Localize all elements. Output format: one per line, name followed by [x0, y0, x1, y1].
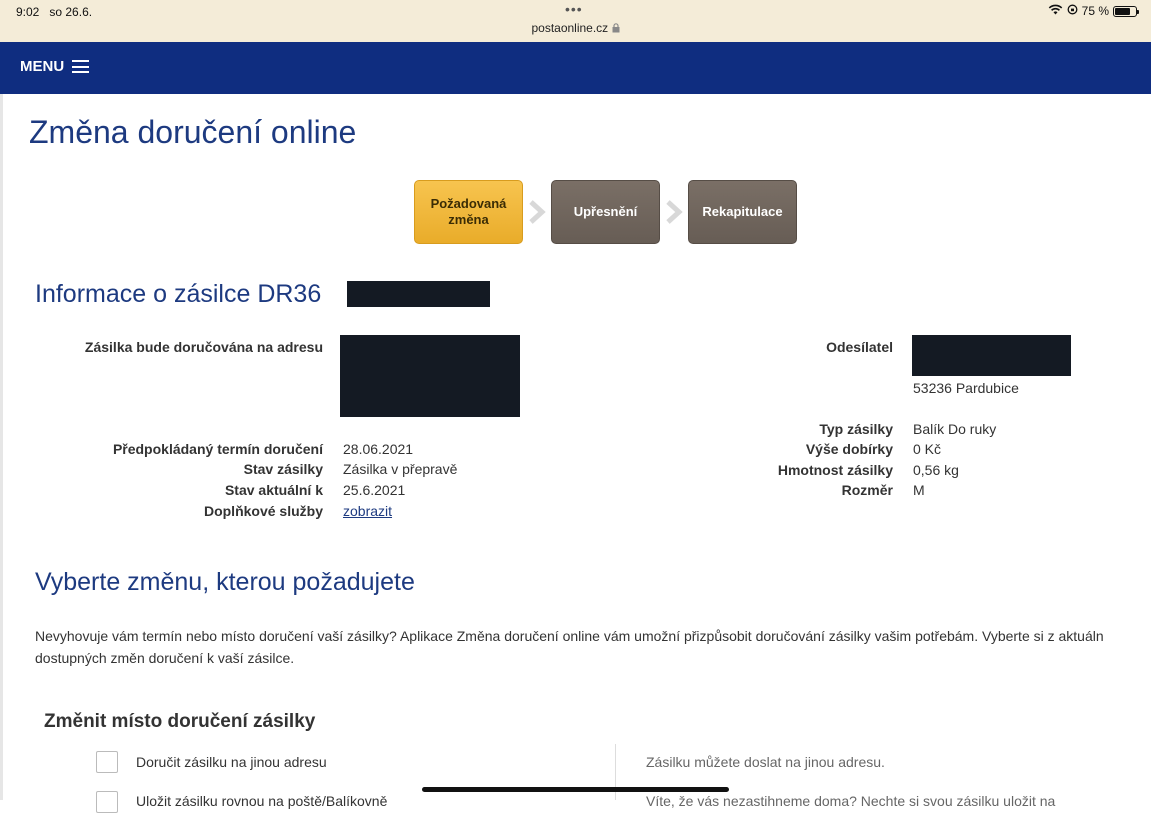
status-date-value: 25.6.2021 [343, 482, 406, 498]
status-time-text: 9:02 [16, 5, 40, 19]
step-requested-change[interactable]: Požadovaná změna [414, 180, 523, 244]
status-bar: 9:02 so 26.6. ••• postaonline.cz 75 % [0, 0, 1151, 42]
option-checkbox-store-at-post[interactable] [96, 791, 118, 813]
status-time: 9:02 so 26.6. [16, 5, 92, 19]
change-place-title: Změnit místo doručení zásilky [44, 711, 316, 732]
step-specification[interactable]: Upřesnění [551, 180, 660, 244]
size-value: M [913, 482, 925, 498]
delivery-address-label: Zásilka bude doručována na adresu [84, 339, 323, 355]
weight-value: 0,56 kg [913, 462, 959, 478]
weight-label: Hmotnost zásilky [777, 462, 893, 478]
status-date-label: Stav aktuální k [224, 482, 323, 498]
page-edge [0, 94, 3, 800]
type-label: Typ zásilky [819, 421, 893, 437]
redacted-sender [912, 335, 1071, 376]
step-wizard: Požadovaná změna Upřesnění Rekapitulace [414, 180, 797, 244]
shipment-info-title: Informace o zásilce DR36 [35, 280, 322, 308]
redacted-tracking-number [347, 281, 490, 307]
menu-label: MENU [20, 58, 65, 75]
cod-label: Výše dobírky [805, 441, 893, 457]
hamburger-icon [72, 60, 90, 73]
extra-services-label: Doplňkové služby [203, 503, 323, 519]
status-date-text: so 26.6. [49, 5, 93, 19]
expected-delivery-label: Předpokládaný termín doručení [112, 441, 323, 457]
url-text: postaonline.cz [531, 21, 609, 35]
top-navbar: MENU [0, 42, 1151, 94]
status-value: Zásilka v přepravě [343, 461, 458, 477]
choose-change-title: Vyberte změnu, kterou požadujete [35, 568, 415, 596]
address-bar[interactable]: postaonline.cz [0, 21, 1151, 36]
type-value: Balík Do ruky [913, 421, 997, 437]
lock-icon [612, 22, 620, 36]
battery-level [1115, 7, 1130, 15]
description-line-1: Nevyhovuje vám termín nebo místo doručen… [35, 628, 1104, 644]
option-label-store-at-post[interactable]: Uložit zásilku rovnou na poště/Balíkovně [136, 793, 387, 809]
menu-button[interactable]: MENU [20, 58, 90, 75]
choose-change-description: Nevyhovuje vám termín nebo místo doručen… [35, 625, 1151, 669]
option-info-other-address: Zásilku můžete doslat na jinou adresu. [646, 754, 885, 770]
expected-delivery-value: 28.06.2021 [343, 441, 414, 457]
step-recapitulation[interactable]: Rekapitulace [688, 180, 797, 244]
redacted-delivery-address [340, 335, 520, 417]
option-checkbox-other-address[interactable] [96, 751, 118, 773]
option-label-other-address[interactable]: Doručit zásilku na jinou adresu [136, 754, 327, 770]
chevron-right-icon [523, 180, 551, 244]
tab-dots-icon[interactable]: ••• [565, 1, 583, 17]
sender-label: Odesílatel [826, 339, 893, 355]
orientation-lock-icon [1067, 4, 1078, 18]
status-label: Stav zásilky [243, 461, 323, 477]
status-indicators: 75 % [1048, 4, 1139, 18]
chevron-right-icon [660, 180, 688, 244]
size-label: Rozměr [841, 482, 893, 498]
battery-icon [1113, 5, 1139, 17]
battery-percent: 75 % [1081, 4, 1109, 18]
description-line-2: dostupných změn doručení k vaší zásilce. [35, 650, 295, 666]
sender-city: 53236 Pardubice [913, 380, 1019, 396]
extra-services-link[interactable]: zobrazit [343, 503, 392, 519]
option-info-store-at-post: Víte, že vás nezastihneme doma? Nechte s… [646, 793, 1056, 809]
cod-value: 0 Kč [913, 441, 942, 457]
page-title: Změna doručení online [29, 114, 357, 150]
wifi-icon [1048, 4, 1063, 18]
home-indicator[interactable] [422, 787, 729, 792]
